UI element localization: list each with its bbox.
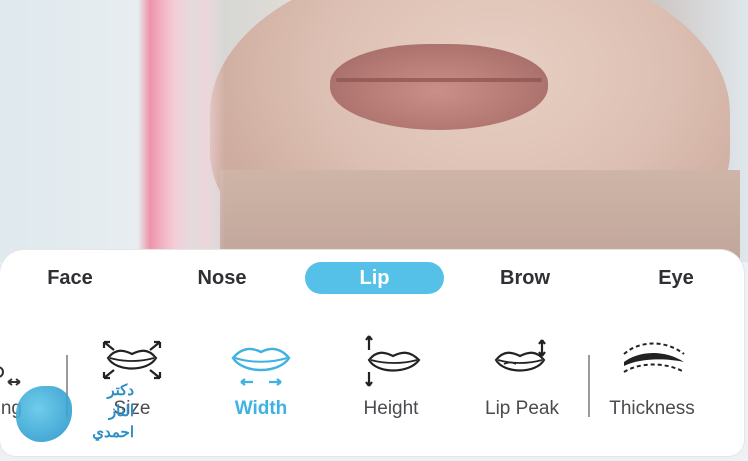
tab-face[interactable]: Face [20,262,120,294]
tab-nose[interactable]: Nose [172,262,272,294]
tab-brow[interactable]: Brow [475,262,575,294]
lip-peak-icon [494,339,546,372]
divider-right [588,355,590,417]
lip-height-icon [365,335,421,387]
watermark-line: الناز [108,403,134,420]
lips-image [330,44,548,130]
face-photo-preview [0,0,748,262]
tab-eye[interactable]: Eye [626,262,726,294]
tool-thickness[interactable]: Thickness [592,332,712,432]
watermark-line: احمدي [92,424,134,441]
watermark-logo: دكتر الناز احمدي [16,380,134,448]
tool-thickness-label: Thickness [609,398,695,419]
tool-height-label: Height [363,398,419,419]
tool-height[interactable]: Height [331,332,451,432]
tool-lip-peak-label: Lip Peak [485,398,559,419]
tab-lip[interactable]: Lip [305,262,444,294]
tool-width[interactable]: Width [201,332,321,432]
watermark-line: دكتر [107,382,134,399]
lip-width-icon [231,347,291,386]
tool-lip-peak[interactable]: Lip Peak [462,332,582,432]
lip-thickness-icon [623,342,685,373]
watermark-blob-icon [16,386,72,442]
tool-width-label: Width [234,398,288,419]
